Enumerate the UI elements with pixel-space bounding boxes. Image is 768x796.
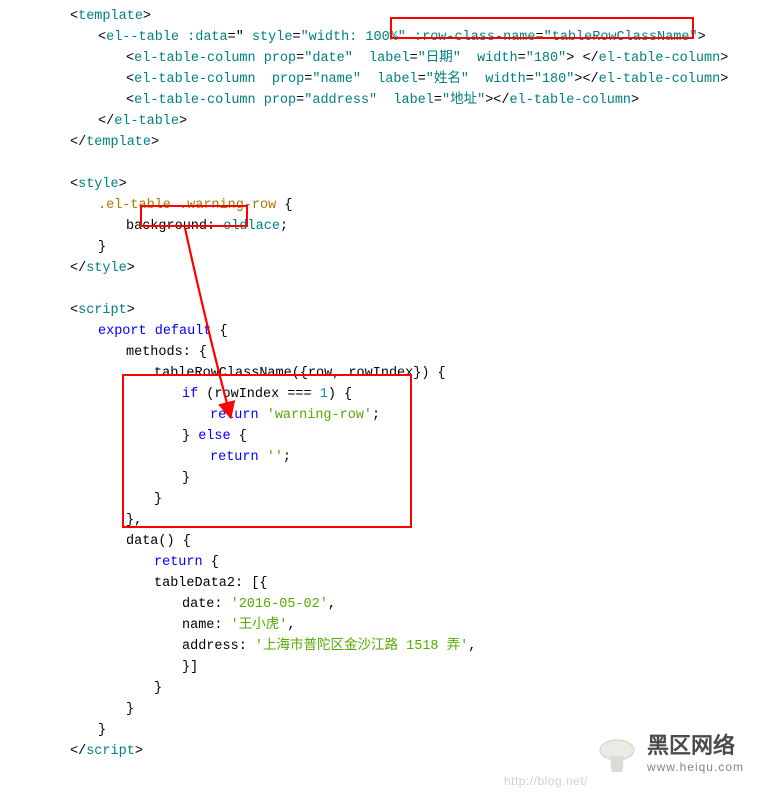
code-line: <template>	[70, 6, 768, 27]
code-line: data() {	[70, 531, 768, 552]
code-line: <style>	[70, 174, 768, 195]
code-line: </template>	[70, 132, 768, 153]
watermark-url: www.heiqu.com	[647, 757, 744, 778]
code-screenshot: <template> <el--table :data=" style="wid…	[0, 0, 768, 796]
code-line: if (rowIndex === 1) {	[70, 384, 768, 405]
code-line: .el-table .warning-row {	[70, 195, 768, 216]
code-line: },	[70, 510, 768, 531]
code-line: <el-table-column prop="address" label="地…	[70, 90, 768, 111]
code-line: }	[70, 699, 768, 720]
code-line: }	[70, 468, 768, 489]
code-line: </el-table>	[70, 111, 768, 132]
code-line: export default {	[70, 321, 768, 342]
code-line: address: '上海市普陀区金沙江路 1518 弄',	[70, 636, 768, 657]
watermark-url-faint: http://blog.net/	[504, 771, 588, 792]
watermark: 黑区网络 www.heiqu.com	[597, 735, 744, 778]
code-line: return {	[70, 552, 768, 573]
code-line: <script>	[70, 300, 768, 321]
code-line: tableRowClassName({row, rowIndex}) {	[70, 363, 768, 384]
code-line: <el--table :data=" style="width: 100%" :…	[70, 27, 768, 48]
code-line: methods: {	[70, 342, 768, 363]
code-line: name: '王小虎',	[70, 615, 768, 636]
code-line: } else {	[70, 426, 768, 447]
code-line: return 'warning-row';	[70, 405, 768, 426]
code-line: <el-table-column prop="date" label="日期" …	[70, 48, 768, 69]
code-line: }]	[70, 657, 768, 678]
code-line: </style>	[70, 258, 768, 279]
code-line: return '';	[70, 447, 768, 468]
code-line: }	[70, 678, 768, 699]
code-line: <el-table-column prop="name" label="姓名" …	[70, 69, 768, 90]
code-line: date: '2016-05-02',	[70, 594, 768, 615]
code-line: }	[70, 489, 768, 510]
code-line: }	[70, 237, 768, 258]
watermark-title: 黑区网络	[647, 735, 744, 757]
mushroom-icon	[597, 739, 637, 775]
code-block: <template> <el--table :data=" style="wid…	[70, 6, 768, 762]
code-line: background: oldlace;	[70, 216, 768, 237]
code-line: tableData2: [{	[70, 573, 768, 594]
